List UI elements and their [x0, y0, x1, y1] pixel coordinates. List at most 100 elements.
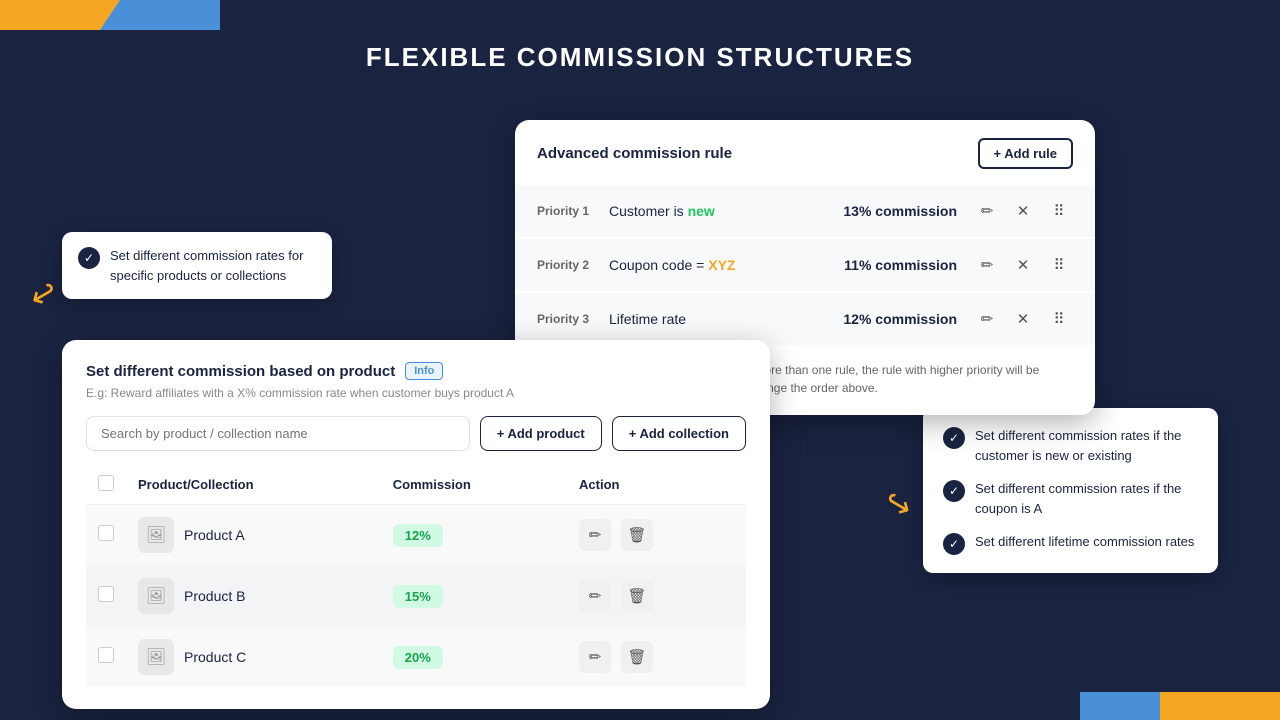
product-card-subtitle: E.g: Reward affiliates with a X% commiss… [86, 386, 746, 400]
delete-product-btn-1[interactable]: 🗑 [621, 580, 653, 612]
priority-row-2: Priority 2 Coupon code = XYZ 11% commiss… [515, 239, 1095, 291]
product-img-2: 🖼 [138, 639, 174, 675]
rule-commission-1: 13% commission [843, 203, 957, 219]
header-product-collection: Product/Collection [126, 465, 381, 505]
product-img-0: 🖼 [138, 517, 174, 553]
rule-condition-2: Coupon code = XYZ [609, 257, 844, 273]
product-name-cell-2: 🖼 Product C [138, 639, 369, 675]
product-name-cell-0: 🖼 Product A [138, 517, 369, 553]
right-tooltip: Set different commission rates if the cu… [923, 408, 1218, 573]
table-row: 🖼 Product C 20% ✏ 🗑 [86, 627, 746, 688]
drag-icon-3[interactable]: ⠿ [1045, 305, 1073, 333]
product-table: Product/Collection Commission Action 🖼 P… [86, 465, 746, 687]
highlight-new: new [688, 203, 715, 219]
row-actions-1: ✏ ✕ ⠿ [973, 197, 1073, 225]
info-badge[interactable]: Info [405, 362, 443, 380]
check-icon-right-1 [943, 427, 965, 449]
row-actions-3: ✏ ✕ ⠿ [973, 305, 1073, 333]
corner-decoration-top-left-blue [100, 0, 220, 30]
left-tooltip-text: Set different commission rates for speci… [110, 246, 316, 285]
commission-badge-2: 20% [393, 646, 443, 669]
row-product-2: 🖼 Product C [126, 627, 381, 688]
action-icons-1: ✏ 🗑 [579, 580, 734, 612]
row-action-2: ✏ 🗑 [567, 627, 746, 688]
right-tooltip-item-1: Set different commission rates if the cu… [943, 426, 1198, 465]
action-icons-2: ✏ 🗑 [579, 641, 734, 673]
add-product-button[interactable]: + Add product [480, 416, 602, 451]
row-commission-1: 15% [381, 566, 567, 627]
table-row: 🖼 Product B 15% ✏ 🗑 [86, 566, 746, 627]
row-commission-2: 20% [381, 627, 567, 688]
product-img-icon-2: 🖼 [146, 647, 166, 667]
right-tooltip-text-3: Set different lifetime commission rates [975, 532, 1194, 552]
row-checkbox-cell-1 [86, 566, 126, 627]
edit-icon-3[interactable]: ✏ [973, 305, 1001, 333]
adv-card-title: Advanced commission rule [537, 145, 732, 162]
header-commission: Commission [381, 465, 567, 505]
edit-icon-1[interactable]: ✏ [973, 197, 1001, 225]
delete-icon-1[interactable]: ✕ [1009, 197, 1037, 225]
row-checkbox-2[interactable] [98, 647, 114, 663]
corner-decoration-bottom-right [1160, 692, 1280, 720]
row-checkbox-1[interactable] [98, 586, 114, 602]
commission-badge-0: 12% [393, 524, 443, 547]
product-commission-card: Set different commission based on produc… [62, 340, 770, 709]
rule-condition-3: Lifetime rate [609, 311, 843, 327]
left-tooltip: Set different commission rates for speci… [62, 232, 332, 299]
delete-icon-2[interactable]: ✕ [1009, 251, 1037, 279]
product-name-2: Product C [184, 649, 246, 665]
row-checkbox-0[interactable] [98, 525, 114, 541]
row-product-1: 🖼 Product B [126, 566, 381, 627]
row-commission-0: 12% [381, 505, 567, 566]
product-img-1: 🖼 [138, 578, 174, 614]
priority-label-3: Priority 3 [537, 312, 609, 326]
priority-row-3: Priority 3 Lifetime rate 12% commission … [515, 293, 1095, 345]
edit-product-btn-2[interactable]: ✏ [579, 641, 611, 673]
search-add-row: + Add product + Add collection [86, 416, 746, 451]
check-icon-left [78, 247, 100, 269]
row-actions-2: ✏ ✕ ⠿ [973, 251, 1073, 279]
row-checkbox-cell-0 [86, 505, 126, 566]
product-card-title: Set different commission based on produc… [86, 363, 395, 380]
search-input[interactable] [86, 416, 470, 451]
product-name-1: Product B [184, 588, 245, 604]
right-tooltip-text-2: Set different commission rates if the co… [975, 479, 1198, 518]
row-action-0: ✏ 🗑 [567, 505, 746, 566]
delete-icon-3[interactable]: ✕ [1009, 305, 1037, 333]
arrow-left: ↩ [22, 271, 64, 317]
drag-icon-1[interactable]: ⠿ [1045, 197, 1073, 225]
table-header-row: Product/Collection Commission Action [86, 465, 746, 505]
adv-card-header: Advanced commission rule + Add rule [515, 120, 1095, 185]
row-checkbox-cell-2 [86, 627, 126, 688]
right-tooltip-text-1: Set different commission rates if the cu… [975, 426, 1198, 465]
delete-product-btn-0[interactable]: 🗑 [621, 519, 653, 551]
add-rule-button[interactable]: + Add rule [978, 138, 1073, 169]
highlight-xyz: XYZ [708, 257, 735, 273]
priority-label-1: Priority 1 [537, 204, 609, 218]
product-img-icon-0: 🖼 [146, 525, 166, 545]
check-icon-right-3 [943, 533, 965, 555]
commission-badge-1: 15% [393, 585, 443, 608]
product-name-cell-1: 🖼 Product B [138, 578, 369, 614]
drag-icon-2[interactable]: ⠿ [1045, 251, 1073, 279]
priority-label-2: Priority 2 [537, 258, 609, 272]
arrow-right: ↩ [877, 481, 919, 527]
edit-product-btn-0[interactable]: ✏ [579, 519, 611, 551]
priority-row-1: Priority 1 Customer is new 13% commissio… [515, 185, 1095, 237]
delete-product-btn-2[interactable]: 🗑 [621, 641, 653, 673]
action-icons-0: ✏ 🗑 [579, 519, 734, 551]
product-card-title-row: Set different commission based on produc… [86, 362, 746, 380]
add-collection-button[interactable]: + Add collection [612, 416, 746, 451]
table-row: 🖼 Product A 12% ✏ 🗑 [86, 505, 746, 566]
edit-icon-2[interactable]: ✏ [973, 251, 1001, 279]
edit-product-btn-1[interactable]: ✏ [579, 580, 611, 612]
select-all-checkbox[interactable] [98, 475, 114, 491]
page-title: FLEXIBLE COMMISSION STRUCTURES [366, 42, 914, 73]
product-img-icon-1: 🖼 [146, 586, 166, 606]
rule-commission-3: 12% commission [843, 311, 957, 327]
product-name-0: Product A [184, 527, 245, 543]
rule-commission-2: 11% commission [844, 257, 957, 273]
check-icon-right-2 [943, 480, 965, 502]
corner-decoration-bottom-right-blue [1080, 692, 1160, 720]
right-tooltip-item-2: Set different commission rates if the co… [943, 479, 1198, 518]
